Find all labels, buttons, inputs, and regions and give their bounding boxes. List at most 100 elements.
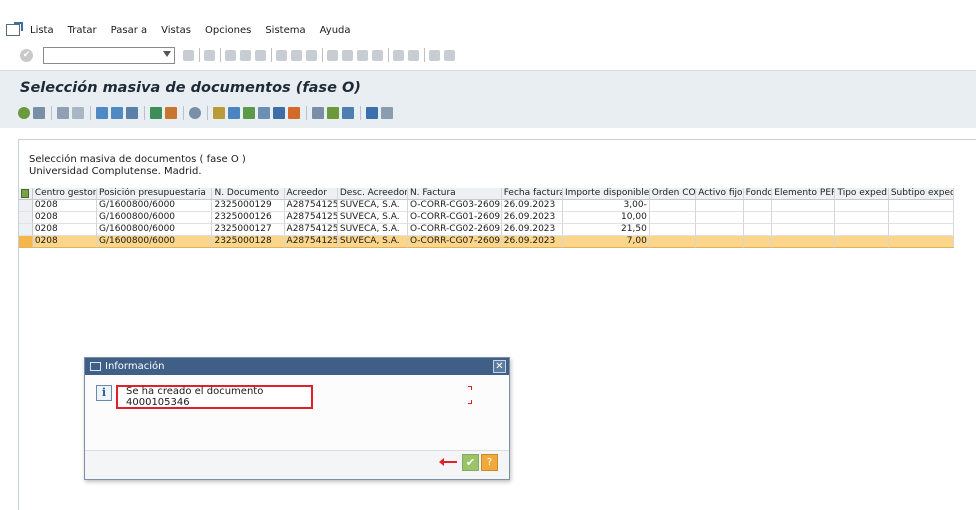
table-cell[interactable]: SUVECA, S.A. (337, 224, 408, 236)
table-cell[interactable] (772, 212, 836, 224)
table-cell[interactable]: 7,00 (562, 236, 650, 248)
table-cell[interactable]: 2325000128 (212, 236, 285, 248)
column-header-fecha-factura[interactable]: Fecha factura (501, 188, 563, 200)
select-all-cell[interactable] (19, 188, 33, 200)
column-header-desc-acreedor[interactable]: Desc. Acreedor (337, 188, 408, 200)
table-cell[interactable]: 26.09.2023 (501, 200, 563, 212)
menu-sistema[interactable]: Sistema (265, 25, 305, 36)
menu-lista[interactable]: Lista (30, 25, 54, 36)
menu-opciones[interactable]: Opciones (205, 25, 251, 36)
back-nav-icon[interactable] (225, 49, 236, 61)
table-cell[interactable]: O-CORR-CG07-2609 (407, 236, 502, 248)
find-next-icon[interactable] (306, 49, 317, 61)
menu-ayuda[interactable]: Ayuda (320, 25, 351, 36)
spreadsheet-icon[interactable] (243, 107, 255, 119)
table-cell[interactable] (649, 200, 697, 212)
save-layout-icon[interactable] (342, 107, 354, 119)
first-page-icon[interactable] (327, 49, 338, 61)
table-cell[interactable]: A28754125 (284, 200, 338, 212)
column-header-n-documento[interactable]: N. Documento (212, 188, 285, 200)
table-cell[interactable] (772, 236, 836, 248)
column-header-activo-fijo[interactable]: Activo fijo (696, 188, 744, 200)
filter-icon[interactable] (126, 107, 138, 119)
sort-ascending-icon[interactable] (96, 107, 108, 119)
details-icon[interactable] (33, 107, 45, 119)
column-header-posicion-presupuestaria[interactable]: Posición presupuestaria (97, 188, 213, 200)
mail-icon[interactable] (213, 107, 225, 119)
table-cell[interactable]: 2325000129 (212, 200, 285, 212)
table-cell[interactable] (835, 212, 889, 224)
table-cell[interactable]: 21,50 (562, 224, 650, 236)
deselect-all-icon[interactable] (72, 107, 84, 119)
print-icon[interactable] (276, 49, 287, 61)
export-icon[interactable] (228, 107, 240, 119)
table-cell[interactable] (888, 236, 954, 248)
table-cell[interactable]: 0208 (32, 224, 97, 236)
table-row[interactable]: 0208 G/1600800/6000 2325000128 A28754125 SUV… (19, 236, 954, 248)
table-cell[interactable]: G/1600800/6000 (97, 212, 213, 224)
change-layout-icon[interactable] (312, 107, 324, 119)
view-icon[interactable] (381, 107, 393, 119)
word-processing-icon[interactable] (258, 107, 270, 119)
sort-descending-icon[interactable] (111, 107, 123, 119)
layout-menu-icon[interactable] (444, 49, 455, 61)
table-cell[interactable] (696, 224, 744, 236)
table-cell[interactable] (743, 224, 773, 236)
print-preview-icon[interactable] (189, 107, 201, 119)
column-header-elemento-pep[interactable]: Elemento PEP (772, 188, 836, 200)
help-button[interactable]: ? (481, 454, 498, 471)
previous-page-icon[interactable] (342, 49, 353, 61)
continue-button[interactable]: ✔ (462, 454, 479, 471)
table-cell[interactable] (649, 224, 697, 236)
find-icon[interactable] (291, 49, 302, 61)
table-row[interactable]: 0208 G/1600800/6000 2325000127 A28754125 SUV… (19, 224, 954, 236)
column-header-acreedor[interactable]: Acreedor (284, 188, 338, 200)
table-cell[interactable] (772, 200, 836, 212)
table-cell[interactable] (888, 212, 954, 224)
table-cell[interactable]: 2325000127 (212, 224, 285, 236)
table-cell[interactable] (649, 236, 697, 248)
row-selector[interactable] (19, 236, 33, 248)
table-cell[interactable] (888, 200, 954, 212)
total-icon[interactable] (150, 107, 162, 119)
table-row[interactable]: 0208 G/1600800/6000 2325000126 A28754125 SUV… (19, 212, 954, 224)
column-header-centro-gestor[interactable]: Centro gestor (32, 188, 97, 200)
close-button[interactable]: ✕ (493, 360, 506, 373)
table-cell[interactable] (835, 200, 889, 212)
command-field[interactable] (43, 46, 175, 64)
table-cell[interactable]: A28754125 (284, 212, 338, 224)
select-layout-icon[interactable] (327, 107, 339, 119)
column-header-importe-disponible[interactable]: Importe disponible (562, 188, 650, 200)
table-cell[interactable]: G/1600800/6000 (97, 200, 213, 212)
menu-pasar-a[interactable]: Pasar a (111, 25, 147, 36)
table-cell[interactable]: 26.09.2023 (501, 236, 563, 248)
table-cell[interactable]: 0208 (32, 200, 97, 212)
row-selector[interactable] (19, 212, 33, 224)
table-cell[interactable] (743, 200, 773, 212)
column-header-orden-co[interactable]: Orden CO (649, 188, 697, 200)
subtotal-icon[interactable] (165, 107, 177, 119)
column-header-subtipo-exped[interactable]: Subtipo exped. (888, 188, 954, 200)
table-cell[interactable]: 2325000126 (212, 212, 285, 224)
table-cell[interactable] (888, 224, 954, 236)
shortcut-icon[interactable] (408, 49, 419, 61)
chevron-down-icon[interactable] (163, 50, 171, 57)
enter-check-icon[interactable]: ✔ (20, 48, 33, 62)
table-cell[interactable]: G/1600800/6000 (97, 224, 213, 236)
table-cell[interactable]: 0208 (32, 212, 97, 224)
table-cell[interactable]: G/1600800/6000 (97, 236, 213, 248)
next-page-icon[interactable] (357, 49, 368, 61)
table-cell[interactable] (696, 212, 744, 224)
graphic-icon[interactable] (288, 107, 300, 119)
table-cell[interactable]: 0208 (32, 236, 97, 248)
information-icon[interactable] (366, 107, 378, 119)
table-cell[interactable]: 10,00 (562, 212, 650, 224)
table-cell[interactable] (772, 224, 836, 236)
row-selector[interactable] (19, 200, 33, 212)
table-cell[interactable]: SUVECA, S.A. (337, 236, 408, 248)
menu-vistas[interactable]: Vistas (161, 25, 191, 36)
table-cell[interactable]: A28754125 (284, 224, 338, 236)
column-header-n-factura[interactable]: N. Factura (407, 188, 502, 200)
table-cell[interactable]: 26.09.2023 (501, 224, 563, 236)
table-cell[interactable] (696, 200, 744, 212)
